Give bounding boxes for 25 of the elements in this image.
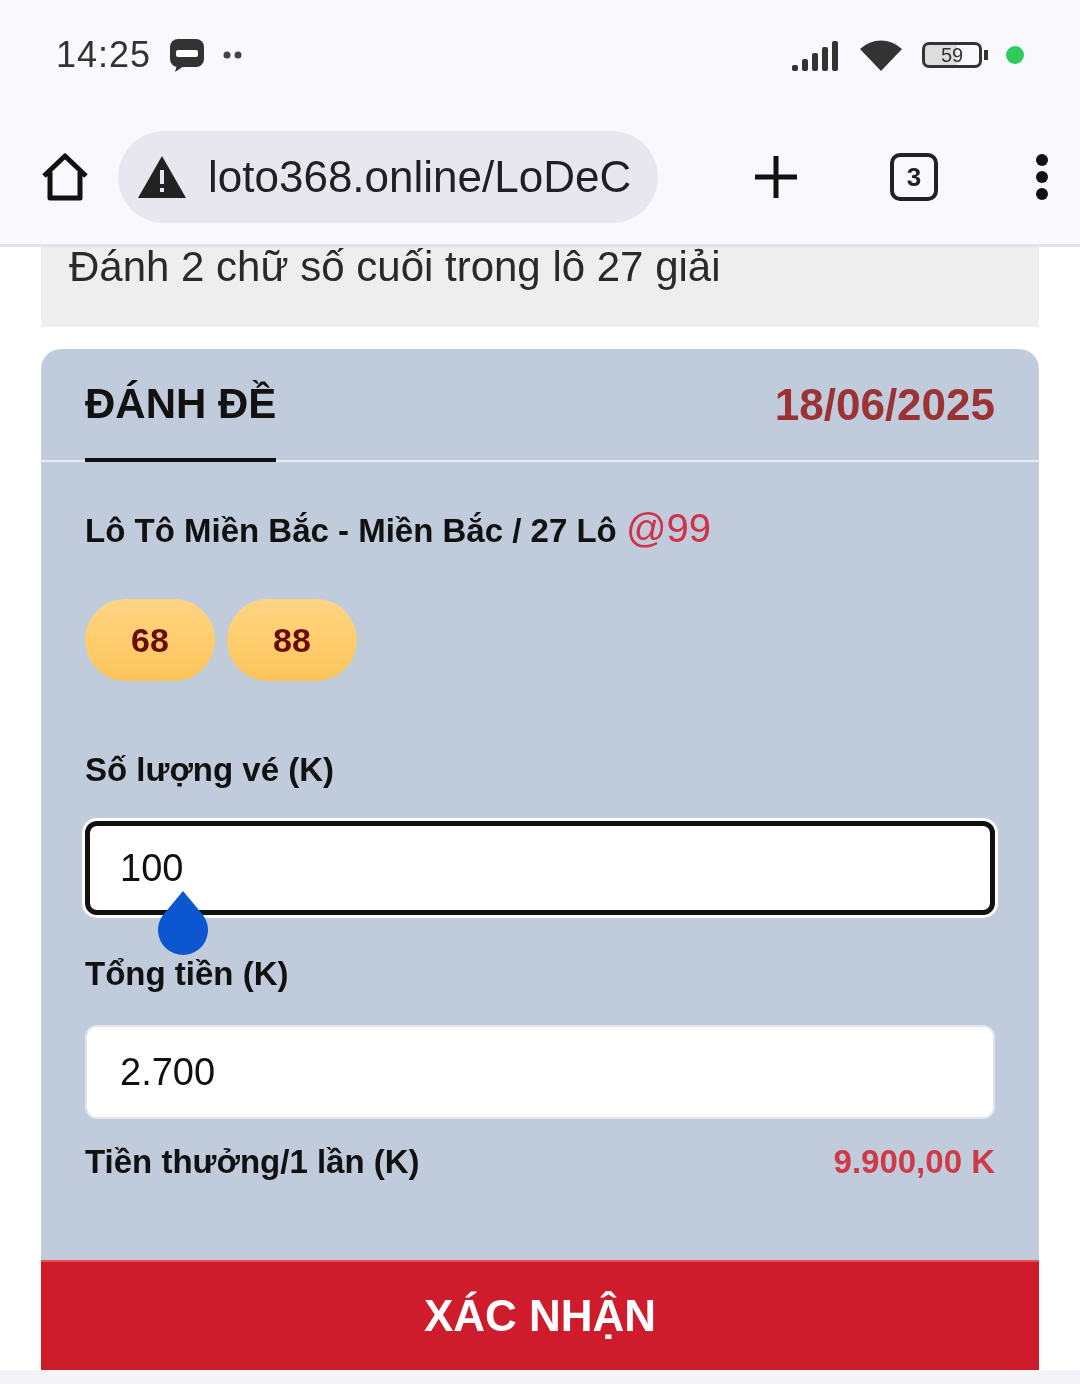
prize-label: Tiền thưởng/1 lần (K) (85, 1143, 420, 1181)
confirm-button[interactable]: XÁC NHẬN (41, 1260, 1039, 1370)
number-chip[interactable]: 88 (227, 599, 357, 681)
number-chip[interactable]: 68 (85, 599, 215, 681)
tab-count-button[interactable]: 3 (890, 153, 938, 201)
game-title: Lô Tô Miền Bắc - Miền Bắc / 27 Lô @99 (85, 506, 713, 551)
address-bar[interactable]: loto368.online/LoDeC (118, 131, 658, 223)
url-text: loto368.online/LoDeC (208, 152, 632, 202)
status-dot-icon (1006, 46, 1024, 64)
prize-value: 9.900,00 K (833, 1143, 995, 1181)
chat-app-icon (169, 37, 206, 73)
field-label: Tổng tiền (K) (85, 955, 290, 993)
menu-button[interactable] (1034, 154, 1050, 200)
signal-icon (792, 39, 840, 71)
input-field[interactable]: 2.700 (85, 1025, 995, 1119)
battery-level: 59 (940, 43, 964, 67)
date-text: 18/06/2025 (774, 379, 995, 430)
tab[interactable]: ĐÁNH ĐỀ (85, 349, 277, 462)
warning-icon (136, 154, 188, 200)
input-field[interactable]: 100 (85, 821, 995, 915)
field-label: Số lượng vé (K) (85, 751, 336, 789)
new-tab-button[interactable] (752, 153, 800, 201)
more-notifications-icon (223, 51, 244, 59)
wifi-icon (858, 37, 904, 73)
status-time: 14:25 (56, 34, 152, 76)
